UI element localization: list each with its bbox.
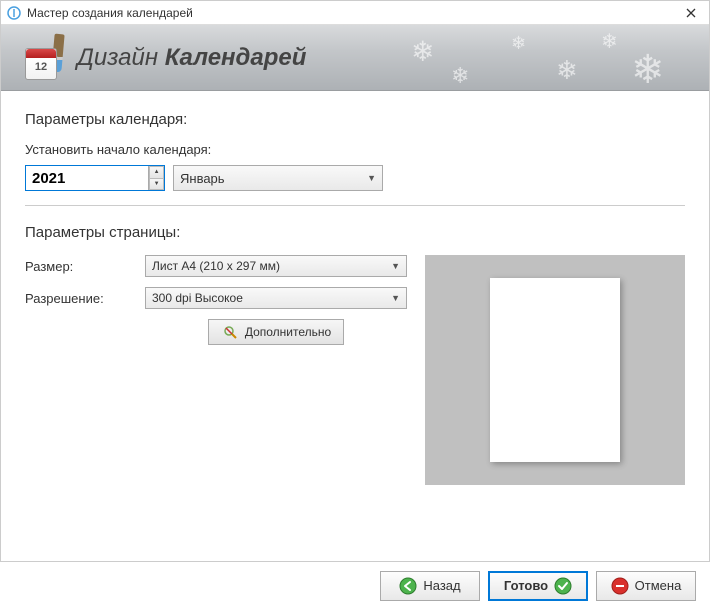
- chevron-down-icon: ▼: [391, 293, 400, 303]
- back-button[interactable]: Назад: [380, 571, 480, 601]
- page-params-title: Параметры страницы:: [25, 224, 685, 241]
- year-input[interactable]: [26, 166, 148, 190]
- year-spin-down[interactable]: ▼: [149, 178, 164, 191]
- resolution-label: Разрешение:: [25, 291, 145, 306]
- resolution-combo[interactable]: 300 dpi Высокое ▼: [145, 287, 407, 309]
- month-combo[interactable]: Январь ▼: [173, 165, 383, 191]
- year-spin-up[interactable]: ▲: [149, 166, 164, 178]
- check-icon: [554, 577, 572, 595]
- month-value: Январь: [180, 171, 225, 186]
- finish-button[interactable]: Готово: [488, 571, 588, 601]
- preview-pane: [425, 255, 685, 485]
- resolution-value: 300 dpi Высокое: [152, 291, 243, 305]
- size-value: Лист А4 (210 х 297 мм): [152, 259, 280, 273]
- start-date-label: Установить начало календаря:: [25, 142, 685, 157]
- magnifier-icon: [221, 323, 239, 341]
- cancel-icon: [611, 577, 629, 595]
- chevron-down-icon: ▼: [391, 261, 400, 271]
- close-button[interactable]: [679, 4, 703, 22]
- header-banner: 12 Дизайн Календарей ❄ ❄ ❄ ❄ ❄ ❄: [1, 25, 709, 91]
- calendar-brush-icon: 12: [25, 36, 63, 80]
- cancel-label: Отмена: [635, 578, 682, 593]
- banner-title: Дизайн Календарей: [77, 44, 306, 72]
- chevron-down-icon: ▼: [367, 173, 376, 183]
- advanced-button[interactable]: Дополнительно: [208, 319, 344, 345]
- calendar-params-title: Параметры календаря:: [25, 111, 685, 128]
- divider: [25, 205, 685, 206]
- back-label: Назад: [423, 578, 460, 593]
- size-combo[interactable]: Лист А4 (210 х 297 мм) ▼: [145, 255, 407, 277]
- arrow-left-icon: [399, 577, 417, 595]
- preview-page: [490, 278, 620, 462]
- cancel-button[interactable]: Отмена: [596, 571, 696, 601]
- size-label: Размер:: [25, 259, 145, 274]
- titlebar: Мастер создания календарей: [1, 1, 709, 25]
- year-spinner[interactable]: ▲ ▼: [25, 165, 165, 191]
- finish-label: Готово: [504, 578, 548, 593]
- footer: Назад Готово Отмена: [0, 561, 710, 609]
- app-icon: [7, 6, 21, 20]
- window-title: Мастер создания календарей: [27, 6, 193, 20]
- advanced-label: Дополнительно: [245, 325, 331, 339]
